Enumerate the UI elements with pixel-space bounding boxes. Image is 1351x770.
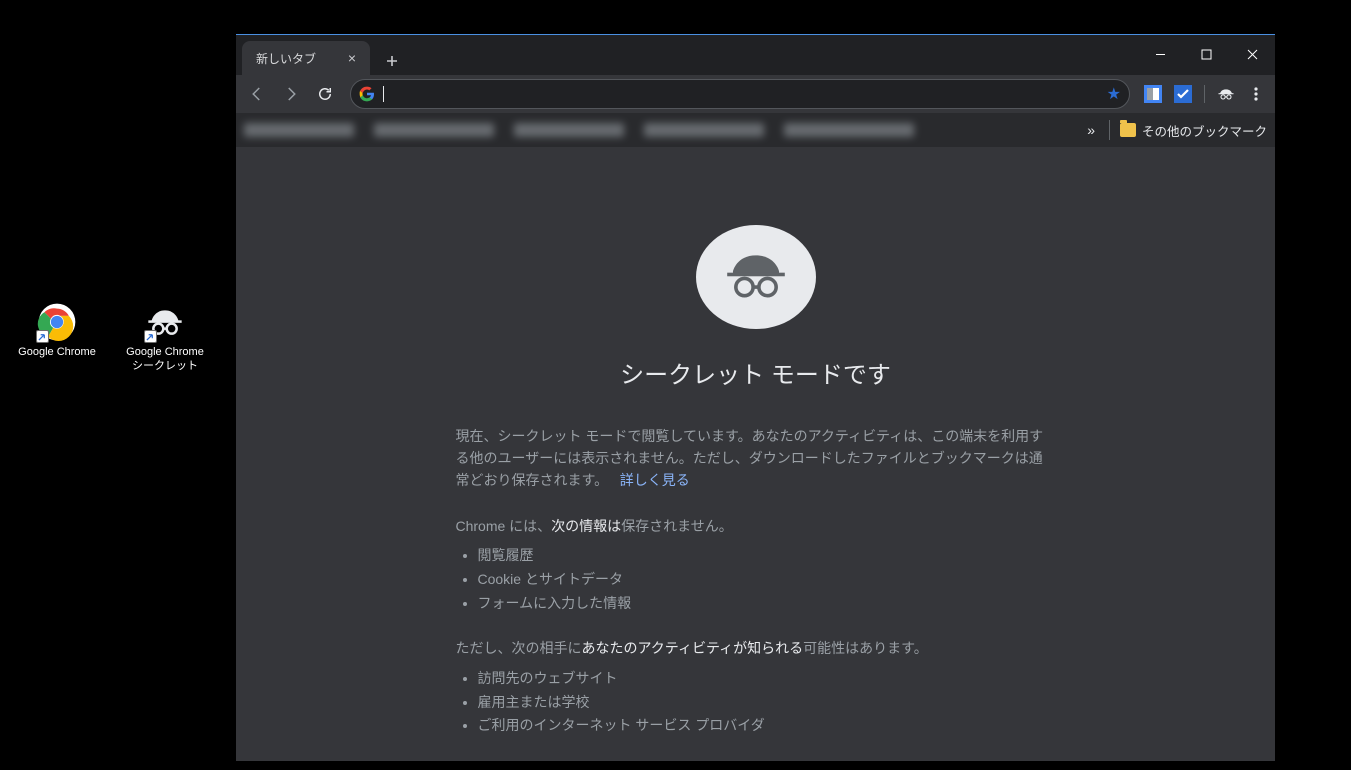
omnibox-input[interactable] [392,80,1099,108]
desktop-icons-area: Google Chrome Google Chrome シークレット [12,302,210,374]
other-bookmarks-label: その他のブックマーク [1142,121,1267,140]
tab-title: 新しいタブ [256,50,316,67]
page-content: シークレット モードです 現在、シークレット モードで閲覧しています。あなたのア… [236,147,1275,761]
reload-button[interactable] [310,79,340,109]
visible-to-list: 訪問先のウェブサイト 雇用主または学校 ご利用のインターネット サービス プロバ… [456,668,1056,737]
list-item: フォームに入力した情報 [478,593,1056,615]
omnibox-caret [383,86,384,102]
close-window-button[interactable] [1229,35,1275,73]
bookmarks-separator [1109,120,1110,140]
forward-button[interactable] [276,79,306,109]
bookmarks-overflow-button[interactable]: » [1083,122,1099,138]
list-item: 訪問先のウェブサイト [478,668,1056,690]
google-g-icon [359,86,375,102]
minimize-button[interactable] [1137,35,1183,73]
shortcut-arrow-icon [36,330,49,343]
desktop-icon-chrome[interactable]: Google Chrome [12,302,102,374]
tab-close-button[interactable]: × [344,50,360,66]
tabstrip: 新しいタブ × [236,35,1137,75]
list-item: Cookie とサイトデータ [478,569,1056,591]
incognito-indicator-icon[interactable] [1213,81,1239,107]
desktop-icon-chrome-incognito[interactable]: Google Chrome シークレット [120,302,210,374]
bookmark-star-icon[interactable]: ★ [1107,84,1121,104]
browser-tab[interactable]: 新しいタブ × [242,41,370,75]
back-button[interactable] [242,79,272,109]
toolbar: ★ [236,75,1275,113]
list-item: ご利用のインターネット サービス プロバイダ [478,715,1056,737]
incognito-hero-icon [696,225,816,329]
shortcut-arrow-icon [144,330,157,343]
extension-translate-icon[interactable] [1140,81,1166,107]
folder-icon [1120,123,1136,137]
window-controls [1137,35,1275,75]
desktop-icon-label: Google Chrome [18,346,96,360]
chrome-icon [37,302,77,342]
incognito-heading: シークレット モードです [620,355,891,390]
list-item: 閲覧履歴 [478,545,1056,567]
bookmarks-bar: » その他のブックマーク [236,113,1275,147]
titlebar: 新しいタブ × [236,35,1275,75]
desktop-icon-label: Google Chrome シークレット [126,346,204,374]
bookmarks-blurred [244,123,1073,137]
menu-button[interactable] [1243,81,1269,107]
maximize-button[interactable] [1183,35,1229,73]
address-bar[interactable]: ★ [350,79,1130,109]
intro-text: 現在、シークレット モードで閲覧しています。あなたのアクティビティは、この端末を… [456,428,1044,487]
not-saved-list: 閲覧履歴 Cookie とサイトデータ フォームに入力した情報 [456,545,1056,614]
learn-more-link[interactable]: 詳しく見る [620,472,690,488]
new-tab-button[interactable] [378,47,406,75]
visible-lead: ただし、次の相手にあなたのアクティビティが知られる可能性はあります。 [456,638,1056,660]
incognito-icon [145,302,185,342]
incognito-body: 現在、シークレット モードで閲覧しています。あなたのアクティビティは、この端末を… [456,426,1056,761]
incognito-intro-paragraph: 現在、シークレット モードで閲覧しています。あなたのアクティビティは、この端末を… [456,426,1056,491]
chrome-window: 新しいタブ × ★ » [236,34,1275,761]
not-saved-lead: Chrome には、次の情報は保存されません。 [456,516,1056,538]
other-bookmarks-button[interactable]: その他のブックマーク [1120,121,1267,140]
toolbar-separator [1204,85,1205,103]
extension-checkbox-icon[interactable] [1170,81,1196,107]
list-item: 雇用主または学校 [478,692,1056,714]
